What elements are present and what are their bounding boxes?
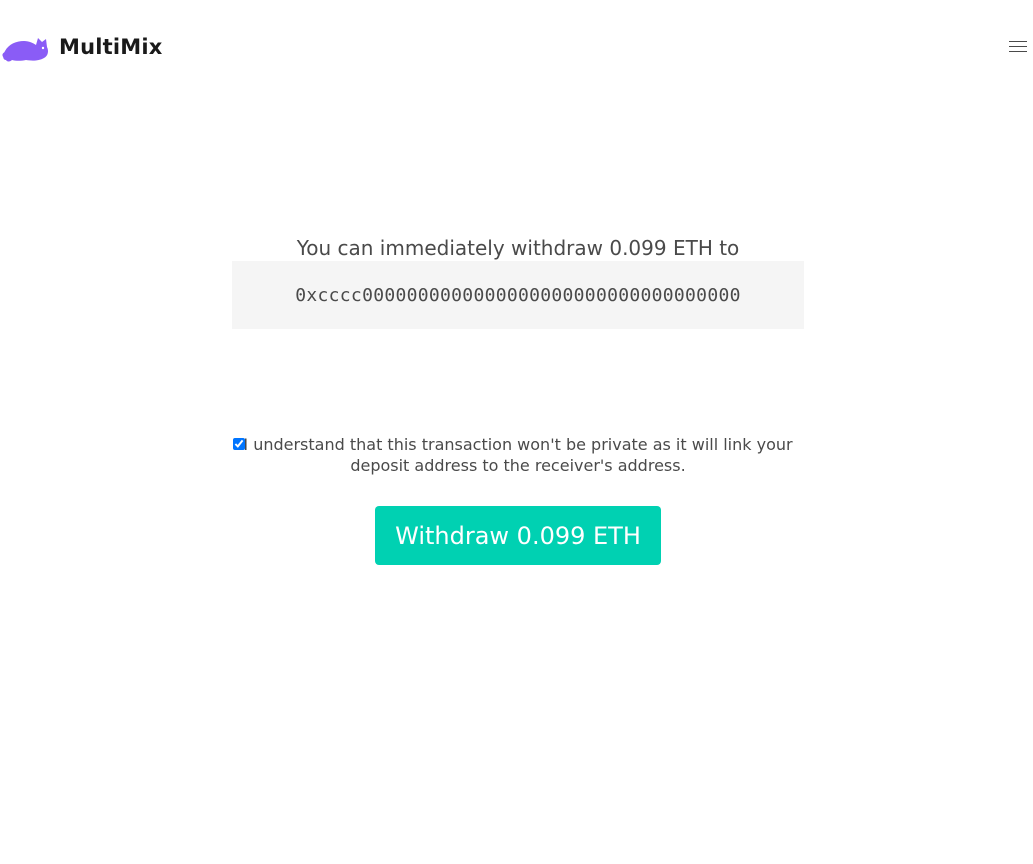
withdraw-button[interactable]: Withdraw 0.099 ETH	[375, 506, 661, 565]
hamburger-line	[1009, 51, 1027, 52]
recipient-address-box: 0xcccc0000000000000000000000000000000000	[232, 261, 804, 329]
recipient-address: 0xcccc0000000000000000000000000000000000	[295, 284, 741, 306]
brand-logo-link[interactable]: MultiMix	[2, 30, 163, 64]
privacy-consent-checkbox[interactable]	[233, 438, 245, 450]
hamburger-line	[1009, 46, 1027, 47]
cat-icon	[2, 38, 49, 62]
hamburger-menu-icon[interactable]	[1009, 39, 1027, 55]
brand-name: MultiMix	[59, 35, 163, 59]
privacy-consent: I understand that this transaction won't…	[232, 434, 804, 476]
privacy-consent-label: I understand that this transaction won't…	[243, 435, 793, 475]
top-navbar: MultiMix	[0, 0, 1033, 95]
withdraw-intro-text: You can immediately withdraw 0.099 ETH t…	[296, 236, 740, 260]
hamburger-line	[1009, 41, 1027, 42]
